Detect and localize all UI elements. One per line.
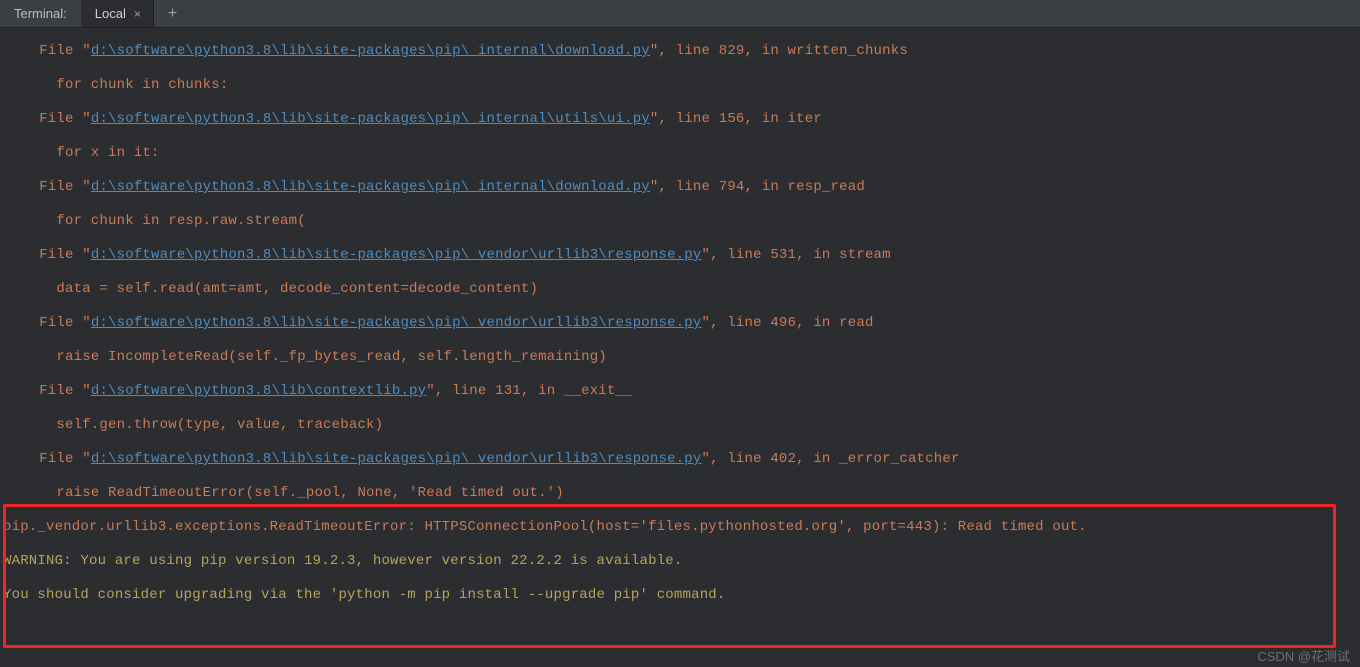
file-prefix: File " xyxy=(22,43,91,59)
traceback-file-line: File "d:\software\python3.8\lib\site-pac… xyxy=(0,306,1360,340)
tab-local-label: Local xyxy=(95,6,126,21)
file-link[interactable]: d:\software\python3.8\lib\site-packages\… xyxy=(91,315,702,331)
traceback-body-line: raise IncompleteRead(self._fp_bytes_read… xyxy=(0,340,1360,374)
file-link[interactable]: d:\software\python3.8\lib\contextlib.py xyxy=(91,383,426,399)
traceback-file-line: File "d:\software\python3.8\lib\site-pac… xyxy=(0,442,1360,476)
traceback-file-line: File "d:\software\python3.8\lib\contextl… xyxy=(0,374,1360,408)
file-suffix: ", line 829, in written_chunks xyxy=(650,43,908,59)
file-suffix: ", line 131, in __exit__ xyxy=(426,383,632,399)
file-suffix: ", line 531, in stream xyxy=(702,247,891,263)
error-line: pip._vendor.urllib3.exceptions.ReadTimeo… xyxy=(0,510,1360,544)
file-link[interactable]: d:\software\python3.8\lib\site-packages\… xyxy=(91,451,702,467)
file-link[interactable]: d:\software\python3.8\lib\site-packages\… xyxy=(91,111,650,127)
terminal-title: Terminal: xyxy=(0,0,82,27)
terminal-tabbar: Terminal: Local × + xyxy=(0,0,1360,28)
traceback-body-line: for chunk in chunks: xyxy=(0,68,1360,102)
traceback-body-line: self.gen.throw(type, value, traceback) xyxy=(0,408,1360,442)
close-icon[interactable]: × xyxy=(134,7,141,21)
warning-line: WARNING: You are using pip version 19.2.… xyxy=(0,544,1360,578)
traceback-file-line: File "d:\software\python3.8\lib\site-pac… xyxy=(0,170,1360,204)
file-suffix: ", line 794, in resp_read xyxy=(650,179,865,195)
file-prefix: File " xyxy=(22,451,91,467)
file-prefix: File " xyxy=(22,111,91,127)
traceback-body-line: data = self.read(amt=amt, decode_content… xyxy=(0,272,1360,306)
tab-local[interactable]: Local × xyxy=(82,0,154,27)
traceback-file-line: File "d:\software\python3.8\lib\site-pac… xyxy=(0,102,1360,136)
file-suffix: ", line 402, in _error_catcher xyxy=(702,451,960,467)
traceback-body-line: for x in it: xyxy=(0,136,1360,170)
file-prefix: File " xyxy=(22,383,91,399)
file-link[interactable]: d:\software\python3.8\lib\site-packages\… xyxy=(91,247,702,263)
terminal-output[interactable]: File "d:\software\python3.8\lib\site-pac… xyxy=(0,28,1360,612)
file-link[interactable]: d:\software\python3.8\lib\site-packages\… xyxy=(91,43,650,59)
traceback-body-line: raise ReadTimeoutError(self._pool, None,… xyxy=(0,476,1360,510)
traceback-file-line: File "d:\software\python3.8\lib\site-pac… xyxy=(0,238,1360,272)
warning-line: You should consider upgrading via the 'p… xyxy=(0,578,1360,612)
file-link[interactable]: d:\software\python3.8\lib\site-packages\… xyxy=(91,179,650,195)
watermark: CSDN @花测试 xyxy=(1257,646,1350,665)
file-suffix: ", line 496, in read xyxy=(702,315,874,331)
add-tab-button[interactable]: + xyxy=(154,0,191,27)
traceback-file-line: File "d:\software\python3.8\lib\site-pac… xyxy=(0,34,1360,68)
file-prefix: File " xyxy=(22,179,91,195)
file-suffix: ", line 156, in iter xyxy=(650,111,822,127)
file-prefix: File " xyxy=(22,247,91,263)
traceback-body-line: for chunk in resp.raw.stream( xyxy=(0,204,1360,238)
file-prefix: File " xyxy=(22,315,91,331)
